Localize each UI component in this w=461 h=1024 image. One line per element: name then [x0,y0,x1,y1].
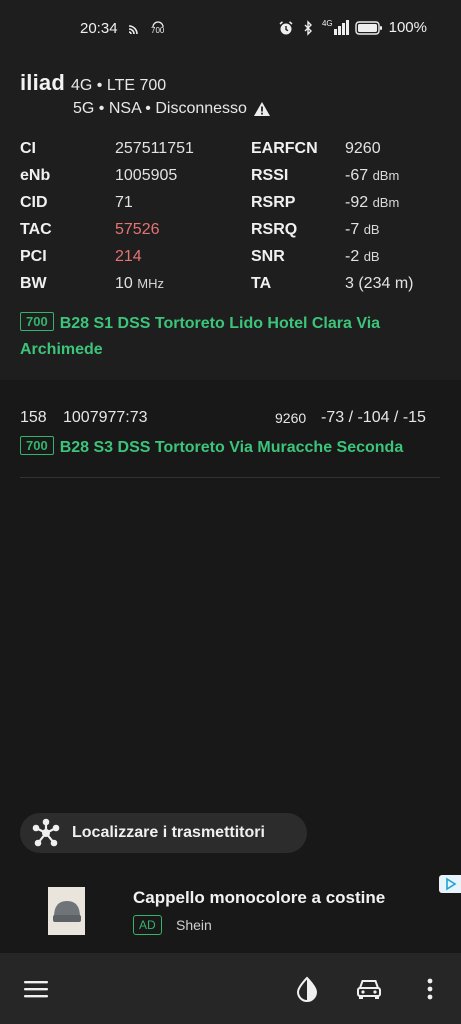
hotspot-label: 700 [151,26,165,35]
label-enb: eNb [20,167,51,184]
label-cid: CID [20,194,48,211]
value-rsrp: -92 [345,194,369,211]
unit-bw: MHz [137,276,164,291]
neighbour-site-name[interactable]: 700 B28 S3 DSS Tortoreto Via Muracche Sec… [20,436,403,457]
label-tac: TAC [20,221,52,238]
lte-tech-line: 4G • LTE 700 [71,77,167,94]
unit-rsrq: dB [363,222,380,237]
param-row-bw: BW 10 MHz TA 3 (234 m) [20,275,440,297]
param-row-cid: CID 71 RSRP -92 dBm [20,194,440,216]
network-nodes-icon [32,818,60,847]
value-cid: 71 [115,194,133,211]
network-type-label: 4G [321,19,333,28]
value-bw: 10 [115,275,133,292]
param-row-enb: eNb 1005905 RSSI -67 dBm [20,167,440,189]
unit-snr: dB [363,249,380,264]
serving-cell-card[interactable]: iliad 4G • LTE 700 5G • NSA • Disconness… [0,58,461,380]
param-row-pci: PCI 214 SNR -2 dB [20,248,440,270]
battery-level: 100% [388,19,427,36]
ad-badge: AD [133,915,162,935]
operator-name: iliad [20,70,66,95]
value-snr: -2 [345,248,360,265]
label-ci: CI [20,140,36,157]
neighbour-cell-item[interactable]: 158 1007977:73 9260 -73 / -104 / -15 700… [0,380,461,478]
label-rssi: RSSI [251,167,289,184]
bottom-app-bar [0,953,461,1024]
neighbour-pci: 158 [20,409,47,426]
theme-contrast-icon[interactable] [291,973,323,1005]
neighbour-signal: -73 / -104 / -15 [321,409,426,426]
list-divider [20,477,440,478]
band-badge: 700 [20,312,54,331]
signal-4g-icon: 4G [322,20,349,35]
menu-icon[interactable] [20,973,52,1005]
warning-icon [253,102,270,116]
value-ci: 257511751 [115,140,194,157]
param-row-ci: CI 257511751 EARFCN 9260 [20,140,440,162]
value-rsrq: -7 [345,221,360,238]
neighbour-site-label: B28 S3 DSS Tortoreto Via Muracche Second… [59,439,404,456]
ad-title[interactable]: Cappello monocolore a costine [133,888,385,908]
serving-site-name[interactable]: 700 B28 S1 DSS Tortoreto Lido Hotel Clara… [20,311,440,363]
more-vert-icon[interactable] [414,973,446,1005]
label-ta: TA [251,275,272,292]
value-enb: 1005905 [115,167,178,184]
label-pci: PCI [20,248,47,265]
status-bar: 20:34 700 4G 100% [0,0,461,58]
value-pci: 214 [115,248,142,265]
neighbour-band-badge: 700 [20,436,54,455]
hotspot-700-icon: 700 [151,21,164,35]
ad-choices-icon[interactable] [439,875,461,893]
locate-transmitters-label: Localizzare i trasmettitori [72,824,265,841]
label-bw: BW [20,275,47,292]
unit-rssi: dBm [372,168,400,183]
car-icon[interactable] [353,973,385,1005]
serving-site-label: B28 S1 DSS Tortoreto Lido Hotel Clara Vi… [20,315,381,358]
value-tac: 57526 [115,221,160,238]
value-earfcn: 9260 [345,140,381,157]
battery-icon [354,20,382,35]
ad-product-image [48,887,85,935]
ad-banner[interactable]: Cappello monocolore a costine AD Shein [0,872,461,952]
label-snr: SNR [251,248,285,265]
nr-status-line: 5G • NSA • Disconnesso [73,100,247,117]
value-rssi: -67 [345,167,369,184]
neighbour-earfcn: 9260 [275,410,307,426]
alarm-icon [279,20,293,34]
label-rsrq: RSRQ [251,221,298,238]
neighbour-ci: 1007977:73 [63,409,148,426]
locate-transmitters-button[interactable]: Localizzare i trasmettitori [20,813,307,853]
param-row-tac: TAC 57526 RSRQ -7 dB [20,221,440,243]
bluetooth-icon [304,19,312,36]
label-earfcn: EARFCN [251,140,318,157]
unit-rsrp: dBm [372,195,400,210]
value-ta: 3 (234 m) [345,275,414,292]
cast-icon [128,25,138,35]
label-rsrp: RSRP [251,194,296,211]
status-time: 20:34 [80,20,118,37]
ad-advertiser: Shein [176,917,212,933]
